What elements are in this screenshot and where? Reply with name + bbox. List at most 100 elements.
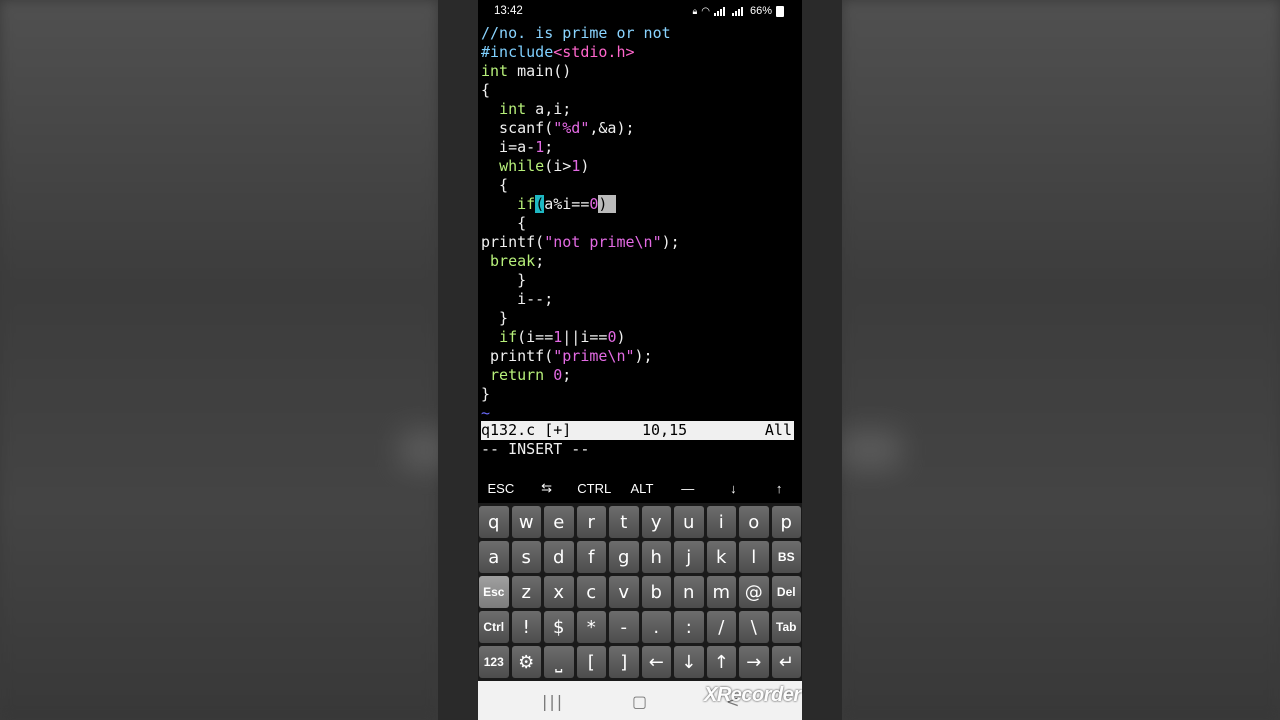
extra-key[interactable]: ↑	[764, 481, 794, 496]
key[interactable]: k	[706, 541, 736, 573]
code-line: i--;	[481, 290, 801, 309]
key[interactable]: e	[544, 506, 574, 538]
code-line: }	[481, 385, 801, 404]
key[interactable]: →	[739, 646, 769, 678]
code-token: 1	[535, 138, 545, 156]
extra-key[interactable]: —	[673, 481, 703, 496]
status-icons: 🔒︎ ◠ 66%	[692, 5, 784, 17]
recents-button[interactable]: |||	[542, 692, 564, 711]
key[interactable]: ←	[641, 646, 671, 678]
key[interactable]: ↓	[674, 646, 704, 678]
key[interactable]: -	[609, 611, 639, 643]
code-token: )	[616, 328, 626, 346]
blurred-background-right	[842, 0, 1280, 720]
key[interactable]: @	[739, 576, 769, 608]
code-line: int main()	[481, 62, 801, 81]
key[interactable]: Tab	[771, 611, 801, 643]
code-token: i=a-	[481, 138, 536, 156]
keyboard-row: 123 ⚙ ⎵[] ← ↓ ↑ → ↵	[479, 646, 801, 678]
key[interactable]: .	[641, 611, 671, 643]
key[interactable]: BS	[771, 541, 801, 573]
keyboard-row: qwertyuiop	[479, 506, 801, 538]
code-line: int a,i;	[481, 100, 801, 119]
key[interactable]: w	[511, 506, 541, 538]
code-editor[interactable]: //no. is prime or not #include<stdio.h> in…	[481, 24, 801, 423]
code-token: while	[499, 157, 545, 175]
keyboard-row: Esc z x c v b n m @ Del	[479, 576, 801, 608]
key[interactable]: ⎵	[544, 646, 574, 678]
keyboard-row: Ctrl! $ * -.: / \ Tab	[479, 611, 801, 643]
code-token: <stdio.h>	[553, 43, 635, 61]
key[interactable]: j	[674, 541, 704, 573]
code-line: i=a-1;	[481, 138, 801, 157]
code-line: if(a%i==0)	[481, 195, 801, 214]
code-token: "prime\n"	[553, 347, 635, 365]
key[interactable]: b	[641, 576, 671, 608]
key[interactable]: Esc	[479, 576, 509, 608]
key[interactable]: Del	[771, 576, 801, 608]
key[interactable]: 123	[479, 646, 509, 678]
key[interactable]: x	[544, 576, 574, 608]
code-line: //no. is prime or not	[481, 24, 801, 43]
key[interactable]: g	[609, 541, 639, 573]
key[interactable]: d	[544, 541, 574, 573]
key[interactable]: s	[511, 541, 541, 573]
extra-key[interactable]: ↓	[718, 481, 748, 496]
key[interactable]: Ctrl	[479, 611, 509, 643]
key[interactable]: \	[739, 611, 769, 643]
extra-key[interactable]: ESC	[486, 481, 516, 496]
key[interactable]: t	[609, 506, 639, 538]
key[interactable]: i	[706, 506, 736, 538]
dim-edge-right	[802, 0, 842, 720]
code-token: )	[580, 157, 590, 175]
key[interactable]: ↵	[771, 646, 801, 678]
key[interactable]: m	[706, 576, 736, 608]
code-line: printf("not prime\n");	[481, 233, 801, 252]
code-token: return	[490, 366, 545, 384]
soft-keyboard: q w e r t y u i o p a s d f g h j k l BS Esc z x c v b n m @ Del Ctrl!…	[478, 503, 802, 681]
extra-key[interactable]: ⇆	[532, 480, 562, 496]
code-token	[607, 195, 617, 213]
battery-icon	[776, 5, 784, 17]
code-token: a,i;	[526, 100, 572, 118]
key[interactable]: p	[771, 506, 801, 538]
key[interactable]: z	[511, 576, 541, 608]
key[interactable]: q	[479, 506, 509, 538]
key[interactable]: l	[739, 541, 769, 573]
extra-key[interactable]: ALT	[627, 481, 657, 496]
key[interactable]: ↑	[706, 646, 736, 678]
key[interactable]: ⚙	[511, 646, 541, 678]
extra-key[interactable]: CTRL	[577, 481, 611, 496]
key[interactable]: a	[479, 541, 509, 573]
home-button[interactable]: ▢	[632, 692, 647, 711]
key[interactable]: c	[576, 576, 606, 608]
key[interactable]: r	[576, 506, 606, 538]
key[interactable]: $	[544, 611, 574, 643]
code-token: 0	[553, 366, 563, 384]
key[interactable]: !	[511, 611, 541, 643]
key[interactable]: h	[641, 541, 671, 573]
key[interactable]: [	[576, 646, 606, 678]
key[interactable]: v	[609, 576, 639, 608]
key[interactable]: n	[674, 576, 704, 608]
code-token: }	[481, 309, 509, 327]
code-token: (i==	[517, 328, 554, 346]
code-token: main()	[508, 62, 572, 80]
key[interactable]: ]	[609, 646, 639, 678]
key[interactable]: u	[674, 506, 704, 538]
key[interactable]: y	[641, 506, 671, 538]
key[interactable]: :	[674, 611, 704, 643]
key[interactable]: *	[576, 611, 606, 643]
key[interactable]: /	[706, 611, 736, 643]
vim-mode-indicator: -- INSERT --	[481, 440, 590, 458]
code-token: scanf(	[481, 119, 554, 137]
code-line: }	[481, 271, 801, 290]
statusline-file: q132.c [+]	[481, 421, 572, 439]
code-token: ;	[535, 252, 545, 270]
key[interactable]: o	[739, 506, 769, 538]
code-token: ||i==	[562, 328, 608, 346]
key[interactable]: f	[576, 541, 606, 573]
